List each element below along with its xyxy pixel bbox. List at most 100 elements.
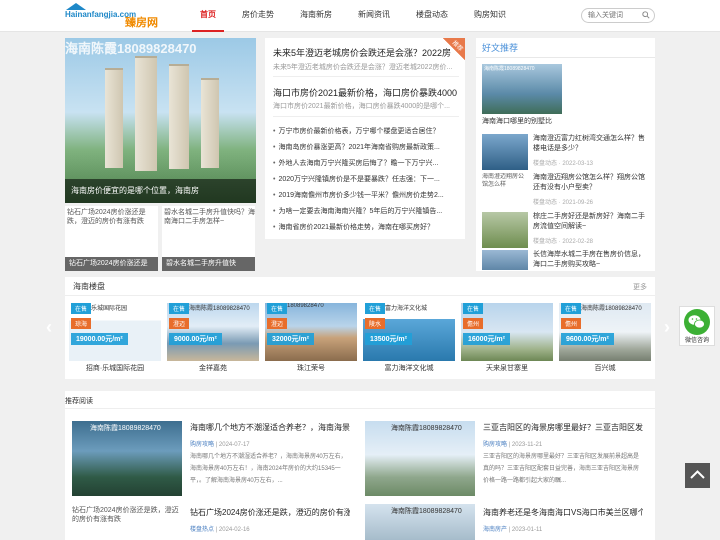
sidebar-article[interactable]: 海南澄迈翔房公馆怎么样 海南澄迈翔房公馆怎么样？翔房公馆还有没有小户型卖？ 楼盘… bbox=[482, 173, 652, 211]
property-image: 海南陈霞18089828470 在售 儋州 9600.00元/m² bbox=[559, 303, 651, 361]
property-card[interactable]: 富力海洋文化城 在售 陵水 13500元/m² 富力海洋文化城 bbox=[363, 303, 455, 375]
building-graphic bbox=[169, 64, 189, 169]
area-badge: 儋州 bbox=[463, 318, 484, 329]
property-name[interactable]: 百兴城 bbox=[559, 363, 651, 373]
price-badge: 19000.00元/m² bbox=[71, 333, 128, 345]
nav-project-news[interactable]: 楼盘动态 bbox=[408, 0, 456, 32]
lead-article-title[interactable]: 海口市房价2021最新价格，海口房价暴跌4000 bbox=[273, 86, 459, 99]
price-badge: 16000元/m² bbox=[463, 333, 510, 345]
more-link[interactable]: 更多 bbox=[633, 282, 647, 292]
property-name[interactable]: 珠江荣号 bbox=[265, 363, 357, 373]
sidebar-hero-caption[interactable]: 海南海口哪里的别墅比 bbox=[482, 116, 552, 126]
broken-image-alt: 海南澄迈翔房公馆怎么样 bbox=[482, 173, 528, 189]
article-meta: 海南房产 | 2023-01-11 bbox=[483, 527, 543, 533]
nav-price-trend[interactable]: 房价走势 bbox=[234, 0, 282, 32]
wechat-label: 微信咨询 bbox=[684, 338, 709, 344]
property-name[interactable]: 招商·乐城国际花园 bbox=[69, 363, 161, 373]
divider bbox=[476, 57, 655, 58]
article-title[interactable]: 钻石广场2024房价涨还是跌，澄迈的房价有涨 bbox=[190, 507, 350, 518]
article-meta: 楼盘热点 | 2024-02-16 bbox=[190, 527, 250, 533]
nav-home[interactable]: 首页 bbox=[192, 0, 224, 32]
search-icon[interactable] bbox=[642, 11, 650, 19]
news-list-item[interactable]: 2019海南儋州市房价多少钱一平米？儋州房价走势2... bbox=[273, 190, 461, 200]
article-thumbnail[interactable]: 海南陈霞18089828470 bbox=[72, 421, 182, 496]
back-to-top-button[interactable] bbox=[685, 463, 710, 488]
sidebar-article[interactable]: 海南澄迈富力红树湾交通怎么样？售楼电话是多少？ 楼盘动态 · 2022-03-1… bbox=[482, 134, 652, 172]
slider-caption[interactable]: 海南房价便宜的是哪个位置，海南房 bbox=[65, 179, 256, 203]
news-list-item[interactable]: 2020万宁兴隆镇房价是不是要暴跌？任志强：下一... bbox=[273, 174, 461, 184]
article-title[interactable]: 三亚吉阳区的海景房哪里最好？三亚吉阳区发 bbox=[483, 422, 643, 433]
property-card[interactable]: 乐城国际花园 在售 琼海 19000.00元/m² 招商·乐城国际花园 bbox=[69, 303, 161, 375]
property-card[interactable]: 18089828470 在售 澄迈 32000元/m² 珠江荣号 bbox=[265, 303, 357, 375]
sidebar-hero-image[interactable]: 海南陈霞18089828470 bbox=[482, 64, 562, 114]
carousel-next-icon[interactable]: › bbox=[664, 317, 670, 338]
news-list-item[interactable]: 海南省房价2021最新价格走势，海南在哪买房好？ bbox=[273, 222, 461, 232]
category-tag[interactable]: 楼盘热点 bbox=[190, 527, 214, 533]
broken-image-alt[interactable]: 钻石广场2024房价涨还是跌，澄迈的房价有涨有跌 bbox=[72, 506, 182, 524]
image-watermark: 海南陈霞18089828470 bbox=[391, 425, 462, 432]
recommended-reading: 推荐阅读 海南陈霞18089828470 海南哪几个地方不潮湿适合养老？，海南海… bbox=[65, 391, 655, 540]
property-card[interactable]: 海南陈霞18089828470 在售 儋州 9600.00元/m² 百兴城 bbox=[559, 303, 651, 375]
wechat-consult-button[interactable]: 微信咨询 bbox=[679, 306, 715, 346]
article-summary: 三亚吉阳区的海景房哪里最好？三亚吉阳区发展前景超高是真的吗？三亚吉阳区配套日益完… bbox=[483, 454, 640, 484]
area-badge: 澄迈 bbox=[267, 318, 288, 329]
price-badge: 32000元/m² bbox=[267, 333, 314, 345]
status-badge: 在售 bbox=[561, 303, 582, 314]
article-meta: 购房攻略 | 2024-07-17 bbox=[190, 442, 250, 448]
property-name[interactable]: 天来泉甘寨里 bbox=[461, 363, 553, 373]
recommended-sidebar: 好文推荐 海南陈霞18089828470 海南海口哪里的别墅比 海南澄迈富力红树… bbox=[476, 38, 655, 271]
thumb-caption: 钻石广场2024房价涨还是 bbox=[65, 257, 158, 271]
status-badge: 在售 bbox=[169, 303, 190, 314]
article-title[interactable]: 海南澄迈翔房公馆怎么样？翔房公馆还有没有小户型卖？ bbox=[533, 173, 651, 193]
status-badge: 在售 bbox=[365, 303, 386, 314]
news-list-item[interactable]: 外地人去海南万宁兴隆买房后悔了？瞻一下万宁兴... bbox=[273, 158, 461, 168]
hero-slider[interactable]: 海南陈霞18089828470 海南房价便宜的是哪个位置，海南房 bbox=[65, 38, 256, 203]
news-list-item[interactable]: 海南岛房价暴涨更高？2021年海南省购房最新政策... bbox=[273, 142, 461, 152]
sidebar-title: 好文推荐 bbox=[482, 43, 519, 53]
article-title[interactable]: 海南哪几个地方不潮湿适合养老？，海南海景 bbox=[190, 422, 350, 433]
broken-image-alt: 碧水名城二手房升值快吗？海南海口二手房怎样~ bbox=[164, 209, 255, 225]
property-card[interactable]: 海南陈霞18089828470 在售 澄迈 9000.00元/m² 金祥嘉苑 bbox=[167, 303, 259, 375]
article-thumbnail[interactable]: 海南陈霞18089828470 bbox=[365, 421, 475, 496]
news-list-item[interactable]: 为啥一定要去海南海南兴隆？5年后的万宁兴隆镇告... bbox=[273, 206, 461, 216]
slider-thumb-2[interactable]: 碧水名城二手房升值快吗？海南海口二手房怎样~ 碧水名城二手房升值快 bbox=[162, 206, 255, 271]
status-badge: 在售 bbox=[71, 303, 92, 314]
logo-brand: 臻房网 bbox=[125, 17, 158, 29]
article-title[interactable]: 海南养老还是冬海南海口VS海口市美兰区哪个适 bbox=[483, 507, 643, 518]
property-card[interactable]: 在售 儋州 16000元/m² 天来泉甘寨里 bbox=[461, 303, 553, 375]
building-graphic bbox=[105, 68, 123, 168]
article-title[interactable]: 棕庄二手房好还是新房好？海南二手房流值空间解读~ bbox=[533, 212, 651, 232]
property-image: 海南陈霞18089828470 在售 澄迈 9000.00元/m² bbox=[167, 303, 259, 361]
news-list-item[interactable]: 万宁市房价最新价格表，万宁哪个楼盘更适合居住？ bbox=[273, 126, 461, 136]
property-name[interactable]: 富力海洋文化城 bbox=[363, 363, 455, 373]
image-watermark: 海南陈霞18089828470 bbox=[391, 508, 462, 515]
lead-article-title[interactable]: 未来5年澄迈老城房价会跌还是会涨？2022房 bbox=[273, 46, 459, 59]
wechat-icon bbox=[684, 309, 710, 335]
article-thumbnail: 海南澄迈翔房公馆怎么样 bbox=[482, 173, 528, 209]
category-tag[interactable]: 购房攻略 bbox=[483, 442, 507, 448]
area-badge: 澄迈 bbox=[169, 318, 190, 329]
article-title[interactable]: 长信海岸水城二手房在售房价信息，海口二手房购买攻略~ bbox=[533, 250, 651, 270]
divider bbox=[65, 408, 655, 409]
nav-news[interactable]: 新闻资讯 bbox=[350, 0, 398, 32]
category-tag[interactable]: 海南房产 bbox=[483, 527, 507, 533]
carousel-prev-icon[interactable]: ‹ bbox=[46, 317, 52, 338]
article-title[interactable]: 海南澄迈富力红树湾交通怎么样？售楼电话是多少？ bbox=[533, 134, 651, 154]
price-badge: 9600.00元/m² bbox=[561, 333, 614, 345]
price-badge: 9000.00元/m² bbox=[169, 333, 222, 345]
slider-thumb-1[interactable]: 钻石广场2024房价涨还是跌，澄迈的房价有涨有跌 钻石广场2024房价涨还是 bbox=[65, 206, 158, 271]
nav-buying-guide[interactable]: 购房知识 bbox=[466, 0, 514, 32]
property-name[interactable]: 金祥嘉苑 bbox=[167, 363, 259, 373]
site-logo[interactable]: Hainanfangjia.com 臻房网 bbox=[64, 3, 160, 29]
sidebar-article[interactable]: 棕庄二手房好还是新房好？海南二手房流值空间解读~ 楼盘动态 · 2022-02-… bbox=[482, 212, 652, 250]
nav-new-homes[interactable]: 海南新房 bbox=[292, 0, 340, 32]
image-watermark: 海南陈霞18089828470 bbox=[484, 66, 535, 72]
property-listings: 海南楼盘 更多 乐城国际花园 在售 琼海 19000.00元/m² 招商·乐城国… bbox=[65, 277, 655, 379]
property-image: 在售 儋州 16000元/m² bbox=[461, 303, 553, 361]
site-header: Hainanfangjia.com 臻房网 首页 房价走势 海南新房 新闻资讯 … bbox=[0, 0, 720, 32]
category-tag[interactable]: 购房攻略 bbox=[190, 442, 214, 448]
divider bbox=[65, 295, 655, 296]
article-date: 2024-07-17 bbox=[218, 442, 250, 448]
article-date: 2024-02-16 bbox=[218, 527, 250, 533]
article-thumbnail[interactable]: 海南陈霞18089828470 bbox=[365, 504, 475, 540]
